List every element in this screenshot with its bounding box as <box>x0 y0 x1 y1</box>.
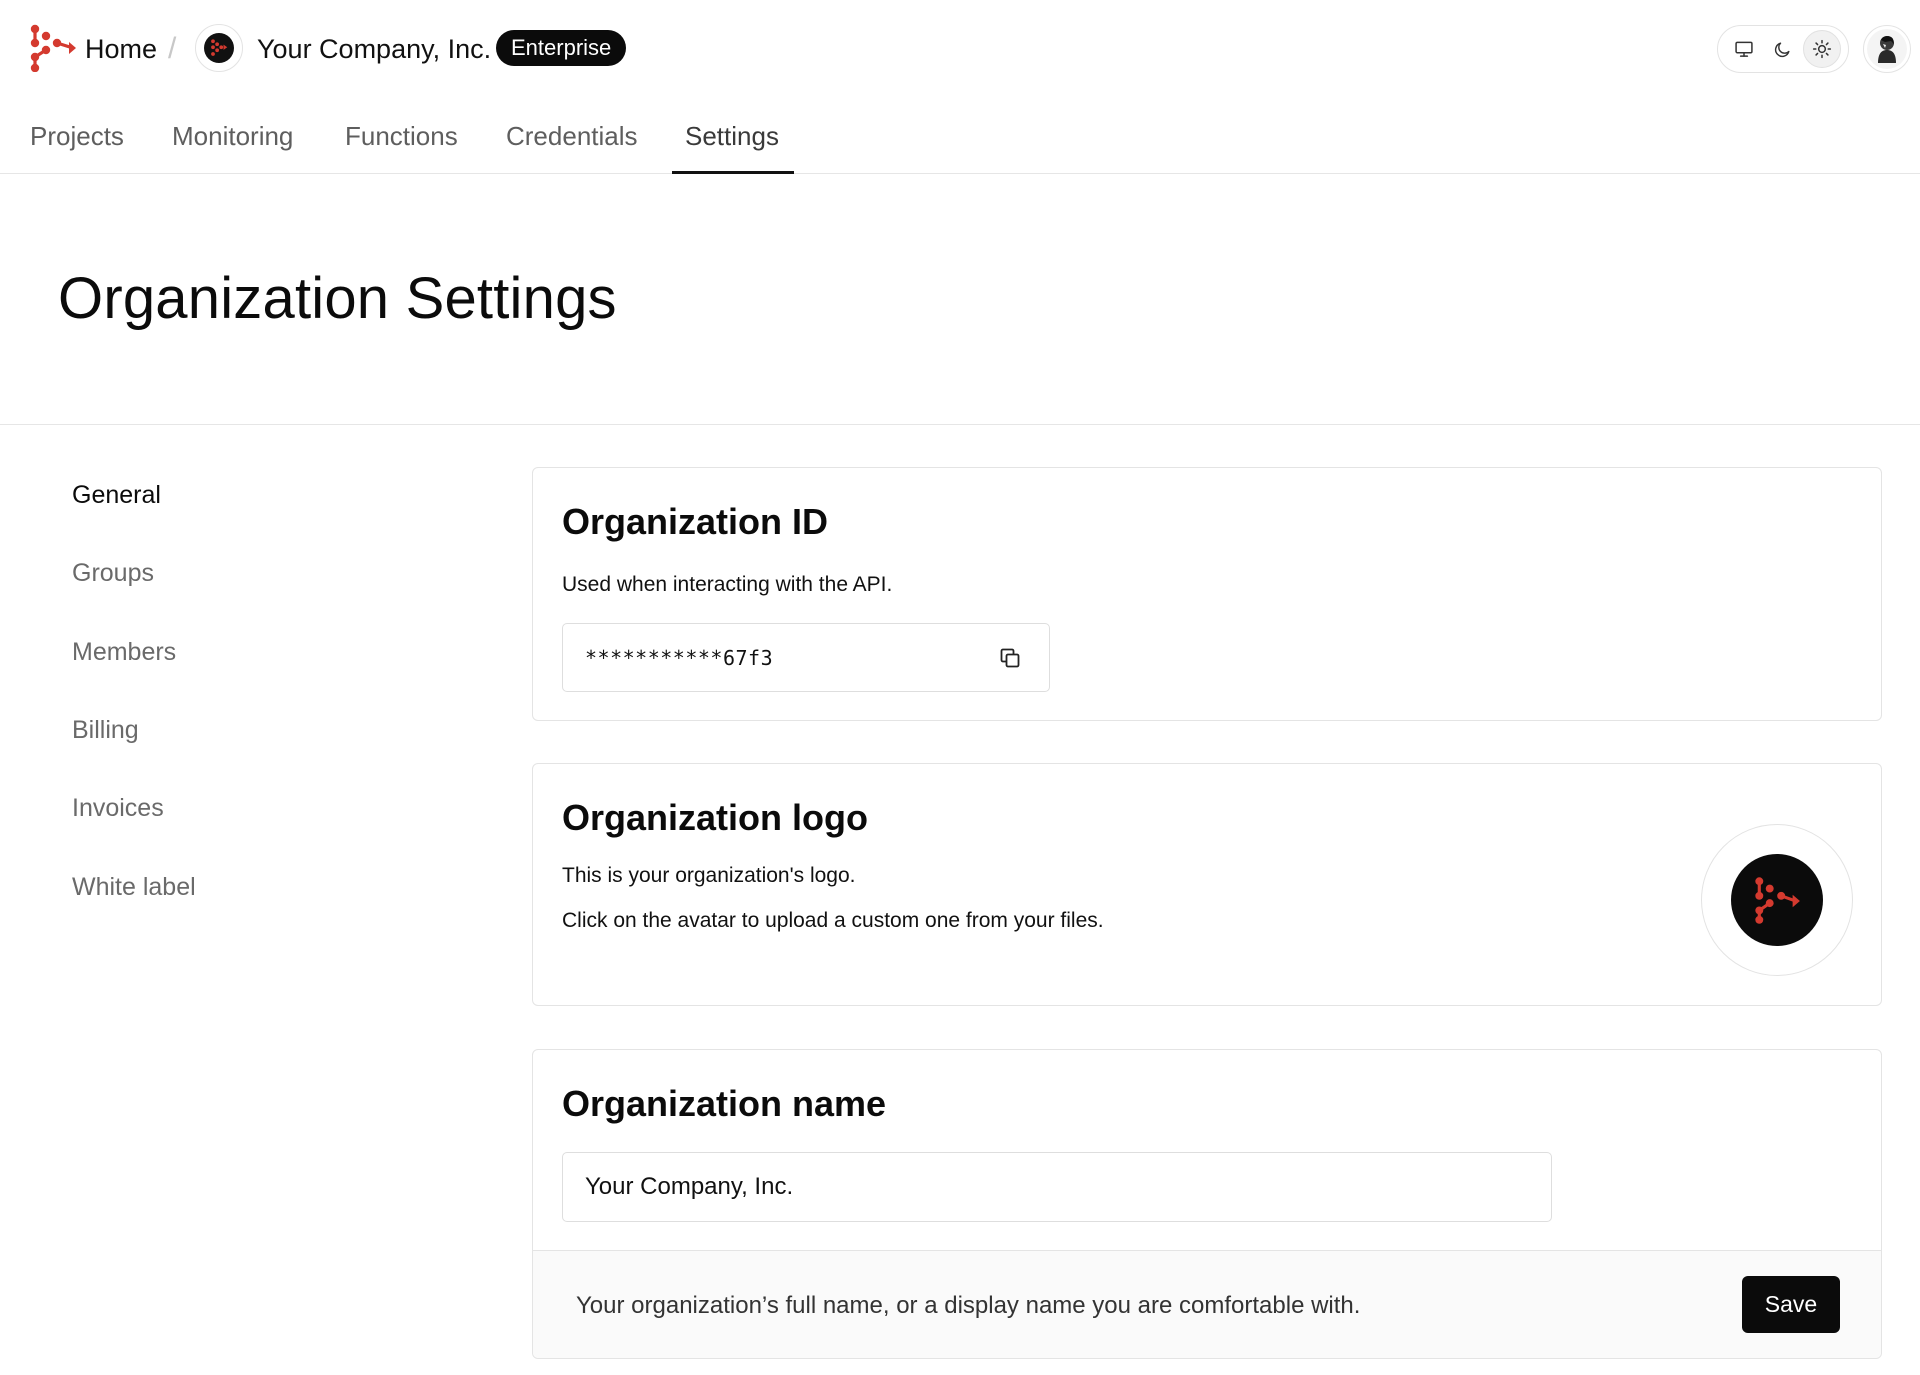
org-logo-icon <box>1731 854 1823 946</box>
organization-name-footer: Your organization’s full name, or a disp… <box>533 1250 1881 1358</box>
home-link[interactable]: Home <box>85 30 157 68</box>
breadcrumb-separator: / <box>168 32 177 65</box>
side-item-invoices[interactable]: Invoices <box>72 791 164 825</box>
side-item-members[interactable]: Members <box>72 635 176 669</box>
organization-id-title: Organization ID <box>562 501 829 542</box>
organization-name-hint: Your organization’s full name, or a disp… <box>576 1292 1361 1319</box>
side-item-white-label[interactable]: White label <box>72 870 196 904</box>
theme-system-button[interactable] <box>1725 30 1763 68</box>
theme-switcher <box>1717 25 1849 73</box>
copy-icon <box>1000 648 1020 668</box>
organization-logo-upload-hint: Click on the avatar to upload a custom o… <box>562 909 1104 932</box>
page-header: Organization Settings <box>0 175 1920 425</box>
organization-id-description: Used when interacting with the API. <box>562 573 893 596</box>
page-title: Organization Settings <box>58 266 617 331</box>
logo-upload-avatar[interactable] <box>1701 824 1853 976</box>
theme-dark-button[interactable] <box>1764 30 1802 68</box>
org-logo-icon <box>204 33 234 63</box>
side-item-general[interactable]: General <box>72 478 161 512</box>
main-nav-tabs: Projects Monitoring Functions Credential… <box>0 98 1920 174</box>
organization-logo-title: Organization logo <box>562 797 868 838</box>
side-item-groups[interactable]: Groups <box>72 556 154 590</box>
moon-icon <box>1775 41 1791 57</box>
side-item-billing[interactable]: Billing <box>72 713 139 747</box>
user-avatar-icon <box>1867 29 1907 69</box>
organization-id-field: ***********67f3 <box>562 623 1050 692</box>
organization-logo-description: This is your organization's logo. <box>562 864 856 887</box>
save-button[interactable]: Save <box>1742 1276 1840 1333</box>
org-name-breadcrumb[interactable]: Your Company, Inc. <box>257 30 491 68</box>
theme-light-button[interactable] <box>1803 30 1842 68</box>
organization-id-value: ***********67f3 <box>585 646 774 670</box>
organization-id-card: Organization ID Used when interacting wi… <box>532 467 1882 721</box>
organization-name-title: Organization name <box>562 1083 887 1124</box>
sun-icon <box>1813 39 1832 59</box>
organization-name-input[interactable] <box>562 1152 1552 1222</box>
organization-logo-card: Organization logo This is your organizat… <box>532 763 1882 1006</box>
plan-badge: Enterprise <box>496 30 627 66</box>
tab-functions[interactable]: Functions <box>345 118 458 154</box>
monitor-icon <box>1734 41 1753 57</box>
copy-id-button[interactable] <box>995 643 1025 673</box>
tab-monitoring[interactable]: Monitoring <box>172 118 293 154</box>
tab-settings[interactable]: Settings <box>685 118 779 154</box>
active-tab-indicator <box>672 171 794 174</box>
org-switcher-avatar[interactable] <box>195 24 243 72</box>
top-bar: Home / Your Company, Inc. Enterprise <box>0 0 1920 98</box>
user-avatar[interactable] <box>1863 25 1911 73</box>
brand-logo-icon[interactable] <box>29 24 77 72</box>
tab-credentials[interactable]: Credentials <box>506 118 638 154</box>
tab-projects[interactable]: Projects <box>30 118 124 154</box>
organization-name-card: Organization name Your organization’s fu… <box>532 1049 1882 1359</box>
